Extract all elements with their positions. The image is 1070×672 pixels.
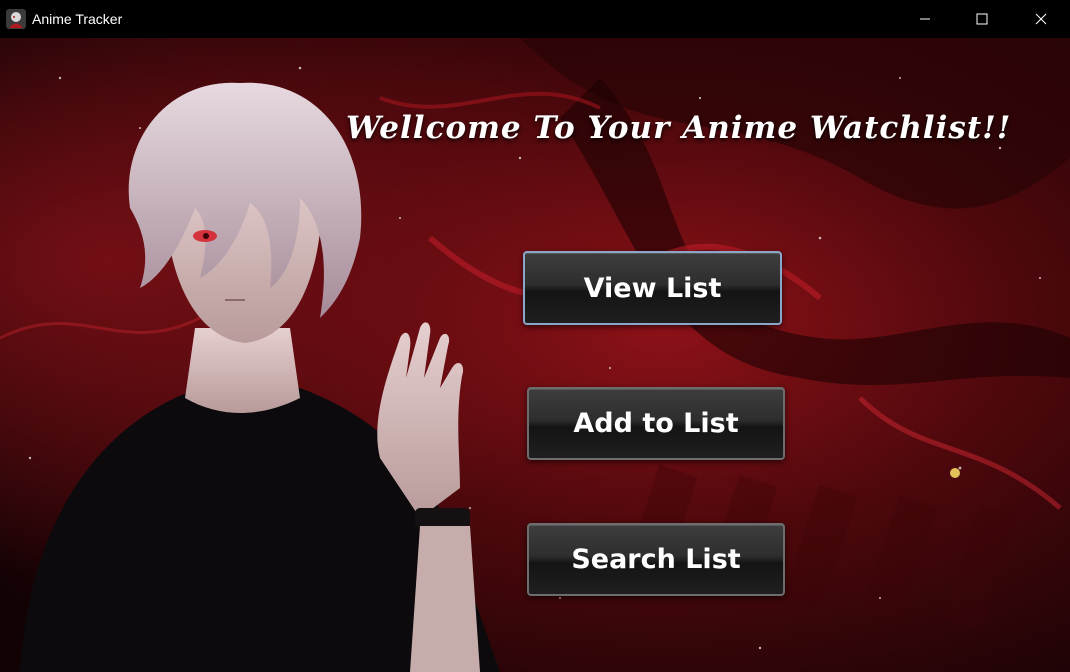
title-bar[interactable]: Anime Tracker: [0, 0, 1070, 38]
maximize-icon: [976, 10, 988, 29]
add-to-list-button[interactable]: Add to List: [527, 387, 785, 460]
app-logo-icon: [6, 9, 26, 29]
window-title: Anime Tracker: [32, 11, 123, 27]
maximize-button[interactable]: [953, 0, 1011, 38]
close-icon: [1035, 10, 1047, 29]
search-list-button[interactable]: Search List: [527, 523, 785, 596]
minimize-button[interactable]: [896, 0, 954, 38]
main-panel: Wellcome To Your Anime Watchlist!! View …: [0, 38, 1070, 672]
close-button[interactable]: [1012, 0, 1070, 38]
view-list-button[interactable]: View List: [523, 251, 782, 325]
welcome-heading: Wellcome To Your Anime Watchlist!!: [346, 110, 1012, 146]
minimize-icon: [919, 10, 931, 29]
app-window: Anime Tracker Wellcome To Your Anime Wat…: [0, 0, 1070, 672]
